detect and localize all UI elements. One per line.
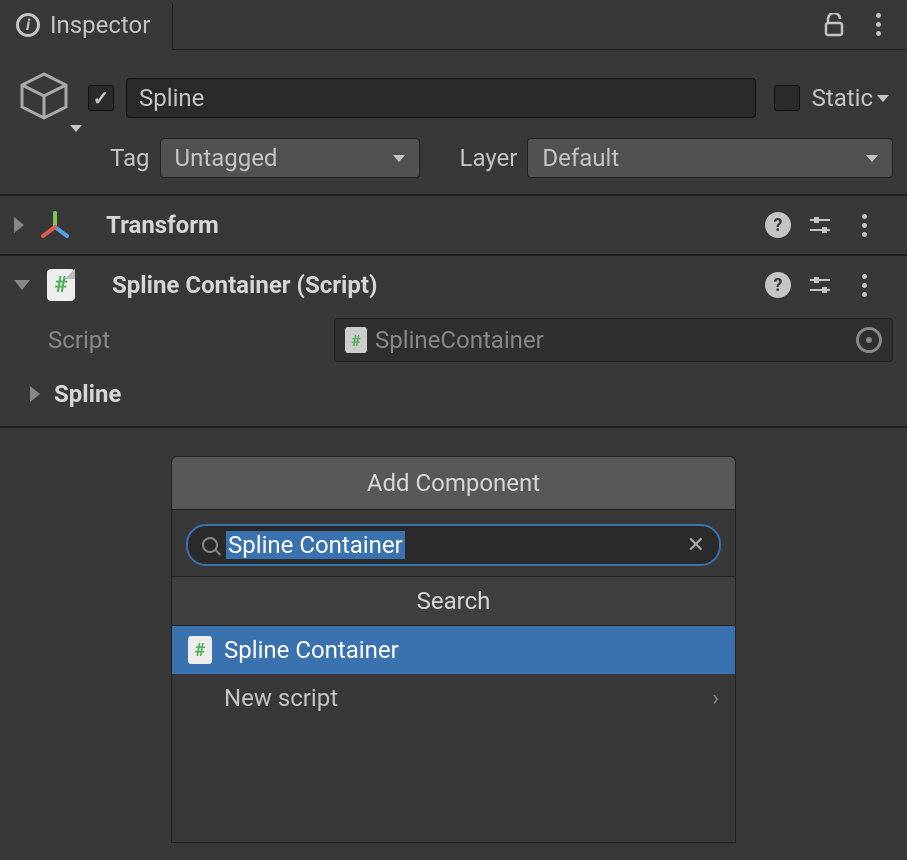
layer-dropdown[interactable]: Default [527,138,893,178]
transform-icon [40,210,70,240]
chevron-down-icon [866,155,878,162]
search-text-value: Spline Container [226,531,679,559]
search-icon [202,537,218,553]
script-file-icon: # [345,327,367,353]
script-property-label: Script [48,326,318,354]
add-component-popup: Spline Container ✕ Search # Spline Conta… [171,510,736,843]
chevron-right-icon: › [712,686,719,711]
script-property-row: Script # SplineContainer [0,314,907,374]
clear-search-icon[interactable]: ✕ [687,533,705,558]
preset-icon[interactable] [807,272,833,298]
component-title: Spline Container (Script) [112,271,749,299]
preset-icon[interactable] [807,212,833,238]
help-icon[interactable]: ? [765,272,791,298]
info-icon: i [16,13,40,37]
foldout-expanded-icon[interactable] [14,280,30,290]
tag-value: Untagged [175,144,278,172]
inspector-body: Add Component Spline Container ✕ Search … [0,426,907,843]
component-spline-container: # Spline Container (Script) ? Script # S… [0,254,907,426]
component-menu-icon[interactable] [849,210,879,240]
chevron-down-icon [877,95,889,102]
tab-bar: i Inspector [0,0,907,50]
chevron-down-icon [70,125,82,132]
spline-property-row: Spline [0,374,907,426]
component-search-input[interactable]: Spline Container ✕ [186,524,721,566]
layer-value: Default [542,144,619,172]
component-header-transform[interactable]: Transform ? [0,196,907,254]
inspector-tab[interactable]: i Inspector [0,0,173,50]
layer-label: Layer [460,144,518,172]
component-header-spline-container[interactable]: # Spline Container (Script) ? [0,256,907,314]
gameobject-active-checkbox[interactable] [88,85,114,111]
popup-section-title: Search [172,576,735,626]
static-label: Static [812,84,873,112]
component-menu-icon[interactable] [849,270,879,300]
foldout-collapsed-icon[interactable] [30,386,40,402]
gameobject-name-input[interactable]: Spline [126,78,756,118]
chevron-down-icon [393,155,405,162]
script-value: SplineContainer [375,326,544,354]
result-label: New script [224,684,338,712]
foldout-collapsed-icon[interactable] [14,217,24,233]
static-checkbox[interactable] [774,85,800,111]
tag-layer-row: Tag Untagged Layer Default [0,138,907,194]
gameobject-cube-icon[interactable] [16,68,76,128]
add-component-button[interactable]: Add Component [171,456,736,510]
panel-menu-icon[interactable] [863,10,893,40]
component-transform: Transform ? [0,194,907,254]
tag-dropdown[interactable]: Untagged [160,138,420,178]
script-file-icon: # [188,636,212,664]
script-icon: # [46,270,76,300]
tag-label: Tag [110,144,150,172]
help-icon[interactable]: ? [765,212,791,238]
search-wrap: Spline Container ✕ [172,510,735,576]
add-component-label: Add Component [367,469,540,497]
component-title: Transform [106,211,749,239]
object-picker-icon[interactable] [856,327,882,353]
static-label-dropdown[interactable]: Static [812,84,893,112]
search-result-spline-container[interactable]: # Spline Container [172,626,735,674]
script-object-field[interactable]: # SplineContainer [334,318,893,362]
tab-title: Inspector [50,11,150,39]
spline-property-label: Spline [54,380,121,408]
gameobject-header: Spline Static [0,50,907,138]
result-label: Spline Container [224,636,399,664]
lock-icon[interactable] [819,10,849,40]
search-result-new-script[interactable]: New script › [172,674,735,722]
